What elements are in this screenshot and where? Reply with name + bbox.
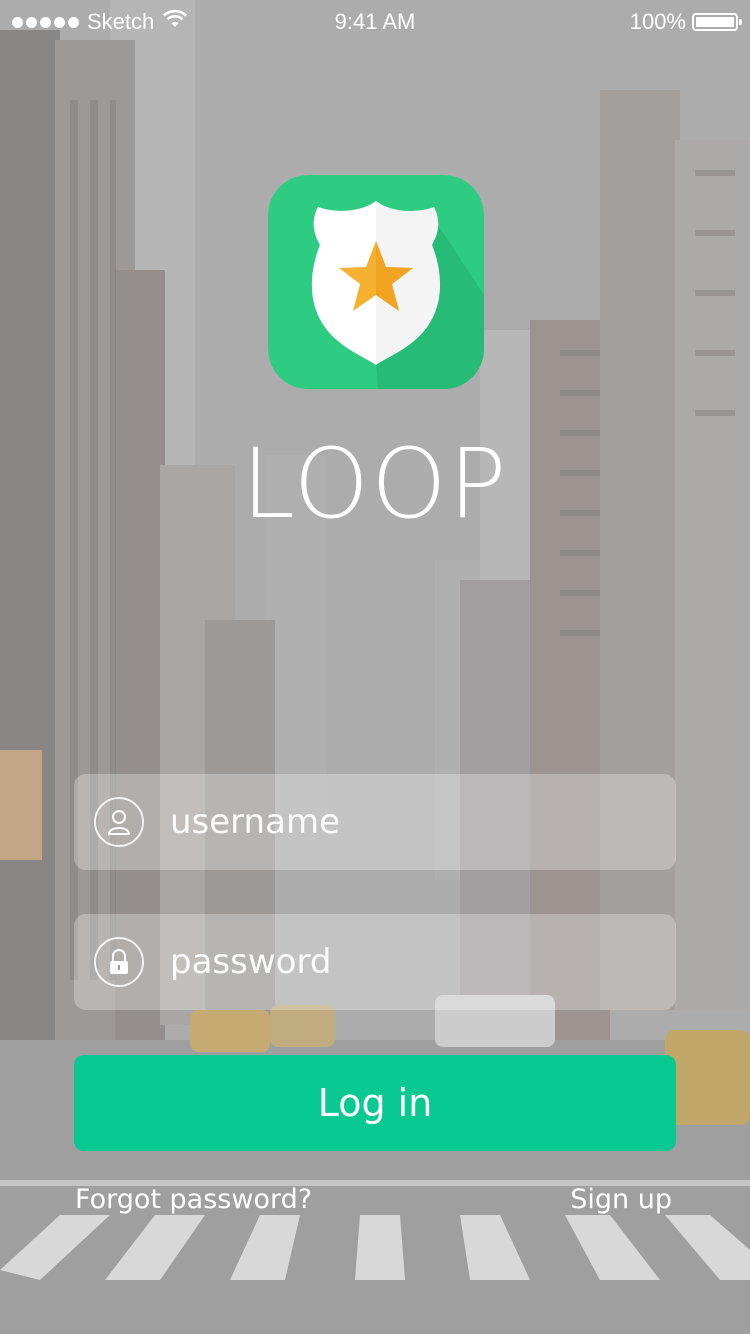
password-field[interactable] xyxy=(74,914,676,1010)
status-bar: Sketch 9:41 AM 100% xyxy=(0,0,750,44)
login-screen: Sketch 9:41 AM 100% LOOP username Log in… xyxy=(0,0,750,1334)
forgot-password-link[interactable]: Forgot password? xyxy=(75,1184,312,1215)
username-input[interactable] xyxy=(170,802,630,842)
battery-icon xyxy=(692,13,742,31)
battery-percent: 100% xyxy=(629,9,686,34)
password-input[interactable] xyxy=(170,942,630,982)
app-name-logo-text: LOOP xyxy=(241,428,509,540)
login-button[interactable]: Log in xyxy=(74,1055,676,1151)
sign-up-link[interactable]: Sign up xyxy=(570,1184,672,1215)
username-field[interactable] xyxy=(74,774,676,870)
user-icon xyxy=(94,797,144,847)
shield-star-icon xyxy=(268,175,484,389)
status-right: 100% xyxy=(629,9,742,35)
lock-icon xyxy=(94,937,144,987)
